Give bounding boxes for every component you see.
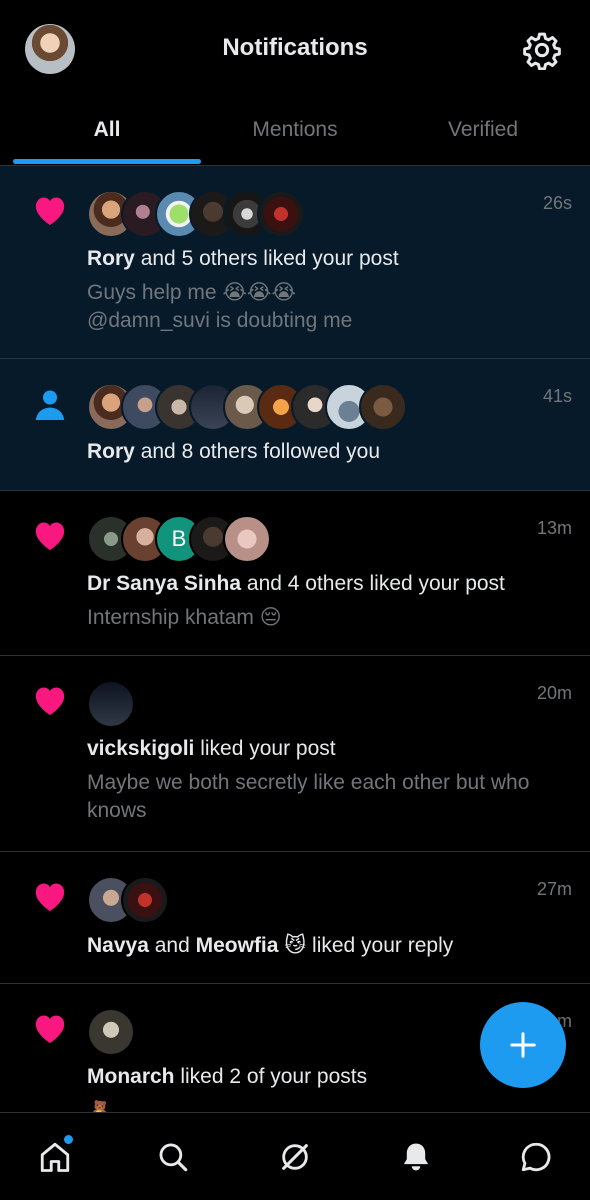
actor-name[interactable]: Monarch bbox=[87, 1065, 175, 1088]
action-text: liked your reply bbox=[306, 934, 454, 957]
timestamp: 20m bbox=[536, 683, 572, 703]
notification-row[interactable]: 20m vickskigoli liked your post Maybe we… bbox=[0, 656, 590, 852]
tab-mentions[interactable]: Mentions bbox=[201, 118, 389, 142]
unread-dot bbox=[62, 1133, 75, 1146]
plus-icon bbox=[510, 1032, 536, 1058]
avatar[interactable] bbox=[257, 190, 305, 238]
action-text: and 4 others liked your post bbox=[241, 572, 505, 595]
action-text: and 5 others liked your post bbox=[134, 247, 399, 270]
post-preview: Maybe we both secretly like each other b… bbox=[87, 771, 530, 822]
actor-name[interactable]: Meowfia 😼 bbox=[196, 934, 307, 957]
actor-avatars bbox=[87, 383, 407, 431]
notification-row[interactable]: 41s Rory and 8 others followed you bbox=[0, 359, 590, 491]
notification-tabs: All Mentions Verified bbox=[0, 100, 590, 166]
notification-text: vickskigoli liked your post bbox=[87, 737, 336, 761]
timestamp: 13m bbox=[536, 518, 572, 538]
grok-icon bbox=[282, 1144, 308, 1170]
person-icon bbox=[35, 390, 65, 420]
gear-icon[interactable] bbox=[522, 30, 562, 70]
page-title: Notifications bbox=[222, 34, 368, 61]
notification-text: Rory and 5 others liked your post bbox=[87, 247, 399, 271]
post-preview-line: Internship khatam 😔 bbox=[87, 606, 282, 629]
nav-messages[interactable] bbox=[514, 1135, 558, 1179]
nav-notifications[interactable] bbox=[394, 1135, 438, 1179]
message-icon bbox=[521, 1142, 551, 1172]
heart-icon bbox=[35, 687, 65, 715]
timestamp: 41s bbox=[542, 386, 572, 406]
notification-row[interactable]: B 13m Dr Sanya Sinha and 4 others liked … bbox=[0, 491, 590, 656]
actor-avatars bbox=[87, 1008, 137, 1056]
avatar[interactable] bbox=[87, 1008, 135, 1056]
actor-avatars bbox=[87, 876, 177, 924]
heart-icon bbox=[35, 1015, 65, 1043]
actor-avatars bbox=[87, 680, 137, 728]
post-preview-line: @damn_suvi is doubting me bbox=[87, 309, 353, 332]
actor-name[interactable]: Navya bbox=[87, 934, 149, 957]
notification-text: Rory and 8 others followed you bbox=[87, 440, 380, 464]
notifications-feed: 26s Rory and 5 others liked your post Gu… bbox=[0, 166, 590, 1123]
bottom-navigation bbox=[0, 1112, 590, 1200]
avatar[interactable] bbox=[87, 680, 135, 728]
tab-all[interactable]: All bbox=[13, 118, 201, 142]
action-text: and bbox=[148, 934, 196, 957]
top-bar: Notifications bbox=[0, 0, 590, 100]
compose-button[interactable] bbox=[480, 1002, 566, 1088]
nav-grok[interactable] bbox=[273, 1135, 317, 1179]
avatar[interactable] bbox=[121, 876, 169, 924]
heart-icon bbox=[35, 197, 65, 225]
notification-text: Monarch liked 2 of your posts bbox=[87, 1065, 367, 1089]
action-text: and 8 others followed you bbox=[134, 440, 381, 463]
search-icon bbox=[159, 1143, 188, 1172]
actor-avatars bbox=[87, 190, 307, 238]
actor-name[interactable]: Rory bbox=[87, 440, 135, 463]
action-text: liked 2 of your posts bbox=[174, 1065, 368, 1088]
actor-name[interactable]: Rory bbox=[87, 247, 135, 270]
notification-text: Dr Sanya Sinha and 4 others liked your p… bbox=[87, 572, 505, 596]
actor-name[interactable]: vickskigoli bbox=[87, 737, 194, 760]
actor-avatars: B bbox=[87, 515, 277, 563]
active-tab-indicator bbox=[13, 159, 201, 164]
timestamp: 26s bbox=[542, 193, 572, 213]
notification-row[interactable]: 26s Rory and 5 others liked your post Gu… bbox=[0, 166, 590, 359]
avatar[interactable] bbox=[359, 383, 407, 431]
actor-name[interactable]: Dr Sanya Sinha bbox=[87, 572, 241, 595]
bell-icon bbox=[403, 1143, 429, 1171]
tab-verified[interactable]: Verified bbox=[389, 118, 577, 142]
nav-search[interactable] bbox=[151, 1135, 195, 1179]
action-text: liked your post bbox=[194, 737, 336, 760]
notification-row[interactable]: 27m Navya and Meowfia 😼 liked your reply bbox=[0, 852, 590, 984]
timestamp: 27m bbox=[536, 879, 572, 899]
heart-icon bbox=[35, 522, 65, 550]
notification-text: Navya and Meowfia 😼 liked your reply bbox=[87, 933, 453, 958]
heart-icon bbox=[35, 883, 65, 911]
post-preview-line: Guys help me 😭😭😭 bbox=[87, 281, 297, 304]
avatar[interactable] bbox=[223, 515, 271, 563]
